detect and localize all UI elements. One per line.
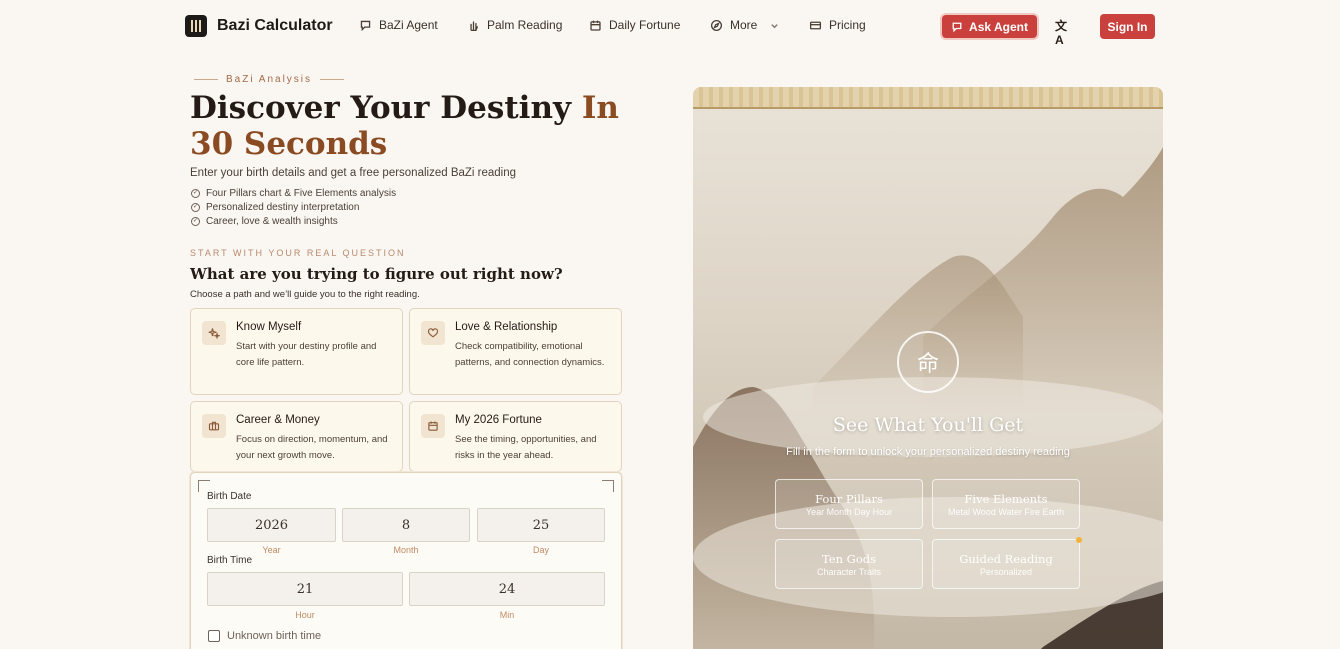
- panel-title: See What You'll Get: [832, 414, 1024, 436]
- year-caption: Year: [262, 545, 281, 555]
- year-input[interactable]: 2026: [207, 508, 336, 542]
- hand-icon: [470, 20, 479, 31]
- nav-more[interactable]: More: [710, 18, 779, 32]
- month-input[interactable]: 8: [342, 508, 470, 542]
- feature-four-pillars: Four Pillars Year Month Day Hour: [775, 479, 923, 529]
- logo-icon: [185, 15, 207, 37]
- feature-bullets: ✓ Four Pillars chart & Five Elements anal…: [191, 186, 396, 228]
- divider: [320, 79, 345, 80]
- highlight-dot: [1076, 537, 1082, 543]
- feature-five-elements: Five Elements Metal Wood Water Fire Eart…: [932, 479, 1080, 529]
- hour-input[interactable]: 21: [207, 572, 403, 606]
- nav-pricing[interactable]: Pricing: [809, 18, 866, 32]
- destiny-seal-icon: 命: [897, 331, 959, 393]
- nav-daily-fortune[interactable]: Daily Fortune: [589, 18, 680, 32]
- brand-logo[interactable]: Bazi Calculator: [185, 15, 333, 37]
- corner-ornament: [602, 480, 614, 492]
- ornamental-border: [693, 87, 1163, 109]
- card-love-relationship[interactable]: Love & Relationship Check compatibility,…: [409, 308, 622, 395]
- day-caption: Day: [532, 545, 549, 555]
- sparkles-icon: [202, 321, 226, 345]
- unknown-time-toggle[interactable]: Unknown birth time: [208, 630, 321, 642]
- brand-name: Bazi Calculator: [217, 17, 333, 34]
- minute-input[interactable]: 24: [409, 572, 605, 606]
- hero-eyebrow: BaZi Analysis: [194, 74, 345, 85]
- card-icon: [809, 21, 822, 29]
- preview-panel: 命 See What You'll Get Fill in the form t…: [693, 87, 1163, 649]
- sign-in-button[interactable]: Sign In: [1100, 14, 1155, 39]
- question-subtitle: Choose a path and we’ll guide you to the…: [190, 289, 420, 300]
- chat-bubble-icon: [360, 20, 371, 31]
- day-input[interactable]: 25: [477, 508, 605, 542]
- question-eyebrow: START WITH YOUR REAL QUESTION: [190, 248, 406, 258]
- card-know-myself[interactable]: Know Myself Start with your destiny prof…: [190, 308, 403, 395]
- question-title: What are you trying to figure out right …: [190, 265, 563, 283]
- chevron-down-icon: [771, 23, 779, 28]
- page-title: Discover Your Destiny In 30 Seconds: [190, 90, 619, 162]
- card-2026-fortune[interactable]: My 2026 Fortune See the timing, opportun…: [409, 401, 622, 472]
- nav-bazi-agent[interactable]: BaZi Agent: [359, 18, 438, 32]
- ask-agent-button[interactable]: Ask Agent: [942, 15, 1037, 38]
- check-circle-icon: ✓: [191, 216, 200, 226]
- list-item: ✓ Four Pillars chart & Five Elements anal…: [191, 187, 397, 199]
- translate-icon[interactable]: 文A: [1055, 19, 1069, 47]
- card-career-money[interactable]: Career & Money Focus on direction, momen…: [190, 401, 403, 472]
- list-item: ✓ Career, love & wealth insights: [191, 215, 338, 227]
- birth-date-label: Birth Date: [207, 491, 252, 502]
- briefcase-icon: [202, 414, 226, 438]
- calendar-icon: [590, 20, 601, 31]
- calendar-icon: [421, 414, 445, 438]
- feature-guided-reading: Guided Reading Personalized: [932, 539, 1080, 589]
- unknown-time-checkbox[interactable]: [208, 630, 220, 642]
- divider: [194, 79, 218, 80]
- list-item: ✓ Personalized destiny interpretation: [191, 201, 360, 213]
- birth-time-label: Birth Time: [207, 555, 253, 566]
- feature-ten-gods: Ten Gods Character Traits: [775, 539, 923, 589]
- top-nav: Bazi Calculator BaZi Agent Palm Reading …: [0, 0, 1340, 54]
- check-circle-icon: ✓: [191, 202, 200, 212]
- compass-icon: [710, 19, 723, 31]
- month-caption: Month: [393, 545, 419, 555]
- birth-form: Birth Date 2026 8 25 Year Month Day Birt…: [190, 472, 622, 649]
- hero-subtitle: Enter your birth details and get a free …: [190, 167, 517, 179]
- nav-palm-reading[interactable]: Palm Reading: [467, 18, 562, 32]
- check-circle-icon: ✓: [191, 188, 200, 198]
- hour-caption: Hour: [295, 610, 315, 620]
- minute-caption: Min: [499, 610, 515, 620]
- heart-icon: [421, 321, 445, 345]
- chat-bubble-icon: [952, 22, 962, 32]
- panel-subtitle: Fill in the form to unlock your personal…: [786, 446, 1070, 458]
